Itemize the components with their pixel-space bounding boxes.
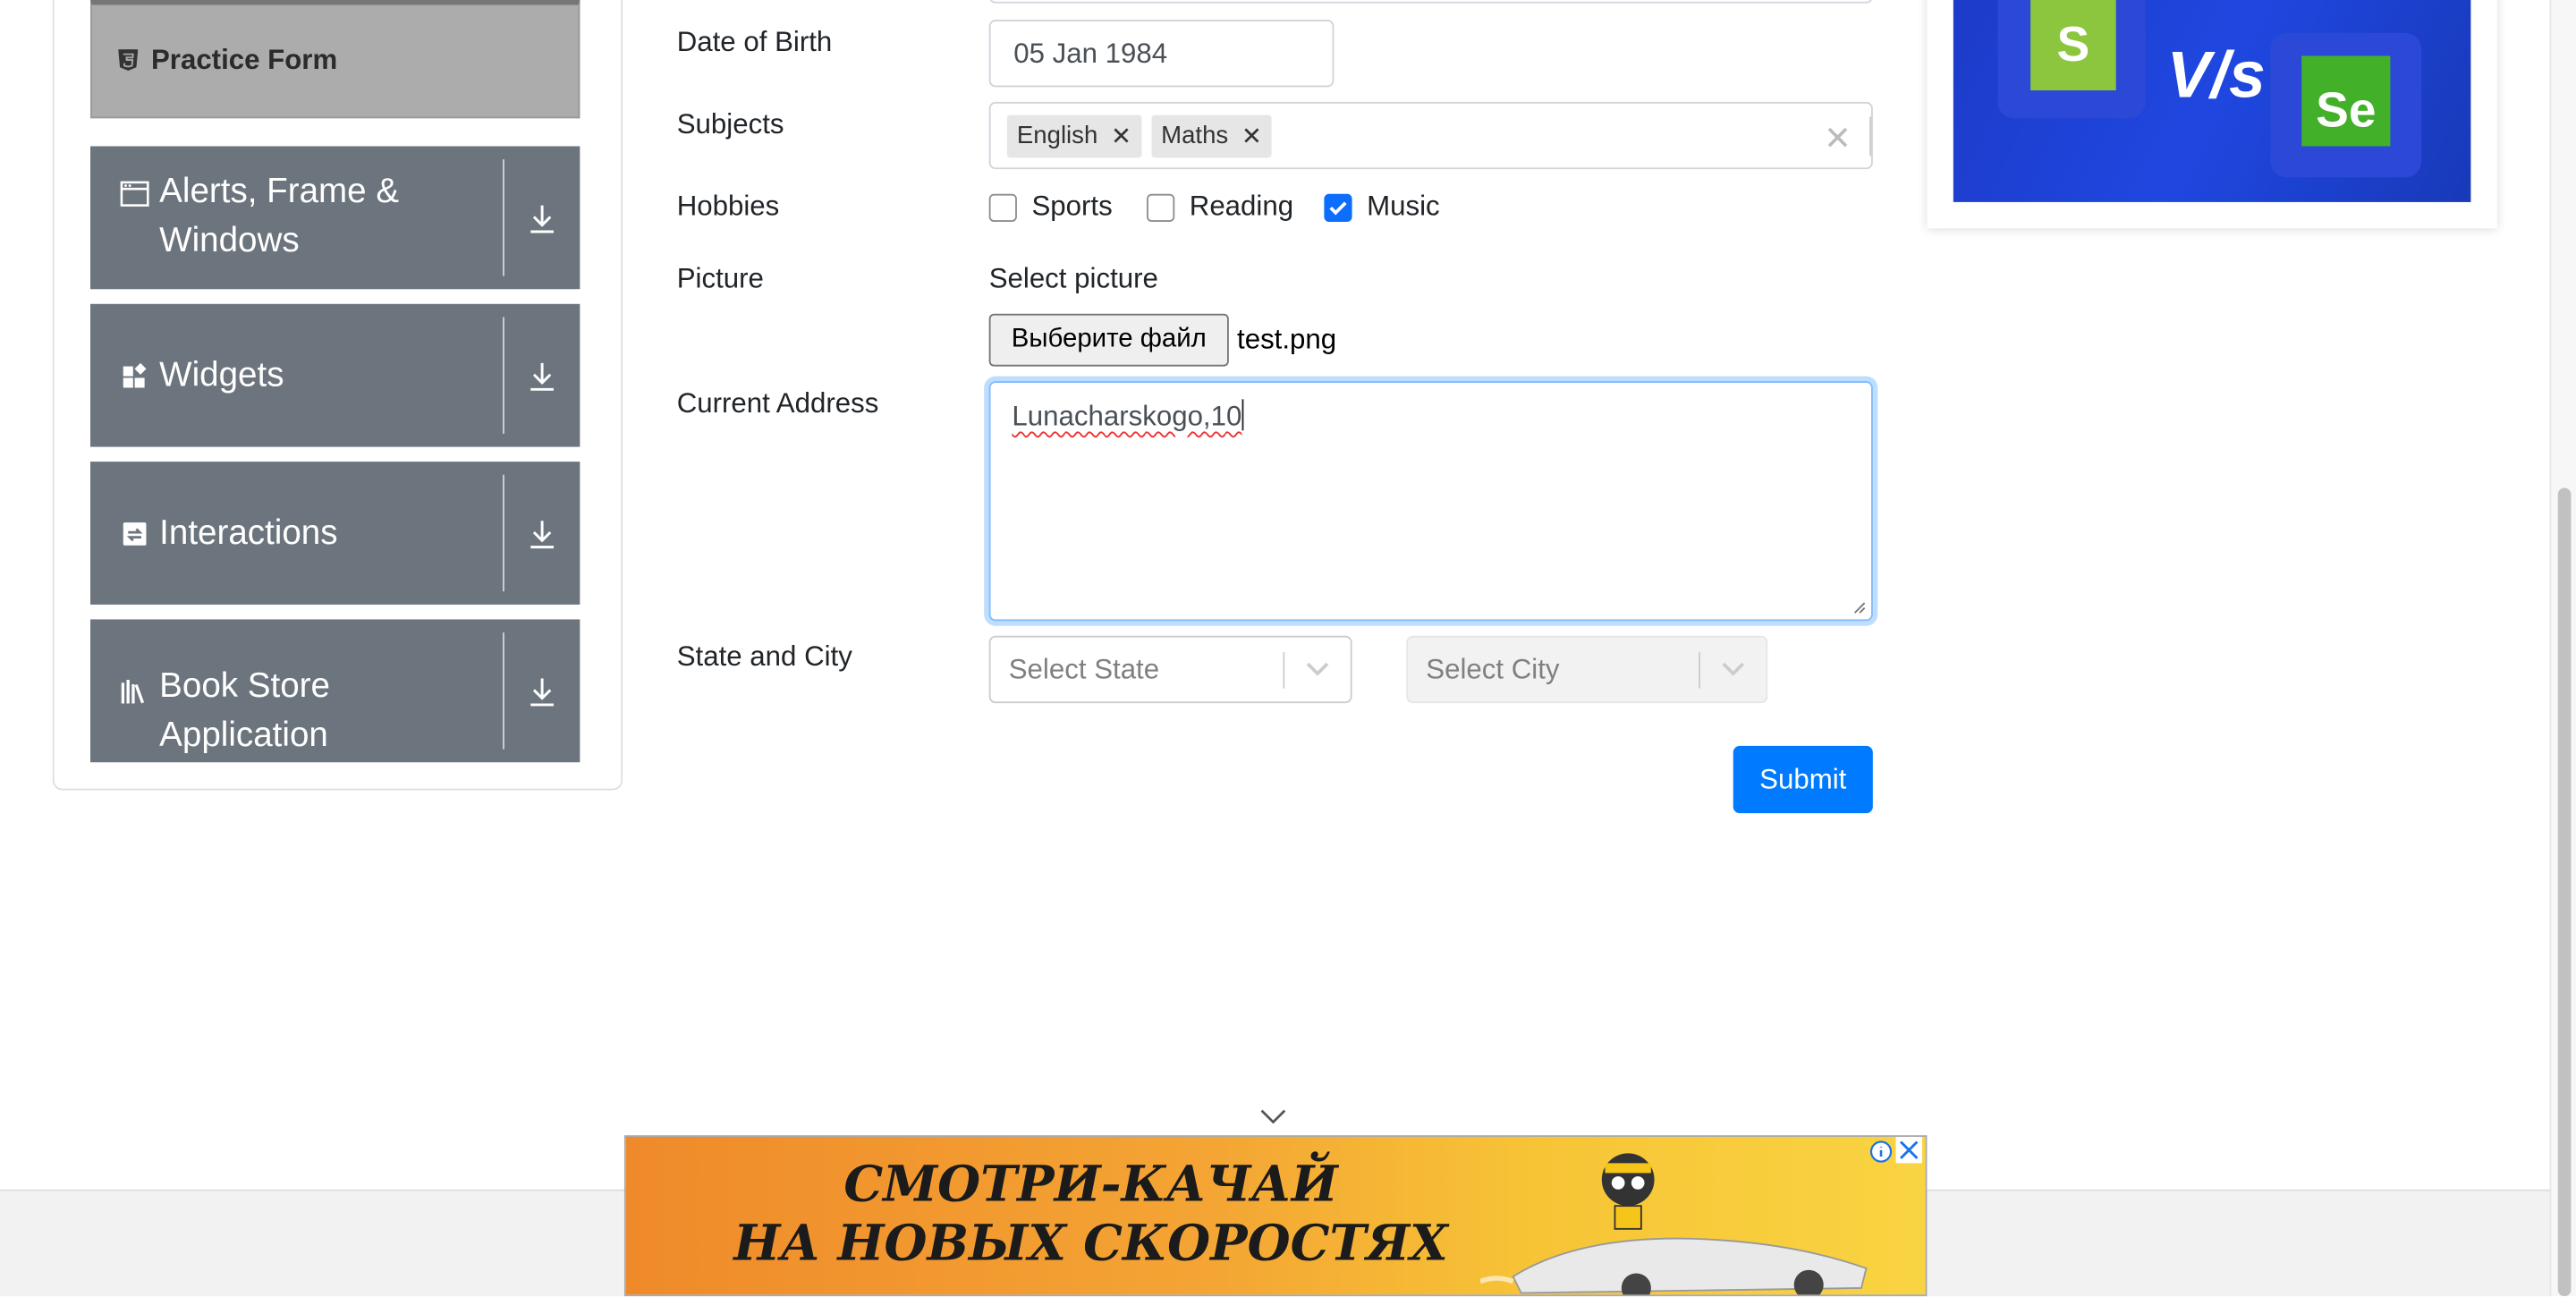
ad-close-icon[interactable] — [1895, 1136, 1922, 1164]
scrollbar-thumb[interactable] — [2557, 487, 2572, 1297]
scrollbar[interactable] — [2549, 0, 2576, 1297]
hobbies-label: Hobbies — [676, 191, 780, 222]
ad-info-icon[interactable] — [1869, 1140, 1893, 1164]
clear-icon[interactable]: ✕ — [1824, 118, 1852, 159]
select-picture-label: Select picture — [988, 262, 1158, 294]
ad-banner[interactable]: СМОТРИ-КАЧАЙ НА НОВЫХ СКОРОСТЯХ — [623, 1135, 1928, 1297]
banner-line-1: СМОТРИ-КАЧАЙ — [843, 1157, 1338, 1215]
city-select[interactable]: Select City — [1406, 635, 1768, 704]
state-select[interactable]: Select State — [988, 635, 1352, 704]
page-root: Practice Form Alerts, Frame & Windows Wi… — [0, 0, 2576, 1297]
sports-checkbox[interactable] — [988, 192, 1017, 222]
hobby-sports[interactable]: Sports — [988, 191, 1113, 224]
chevron-down-icon[interactable] — [1284, 662, 1350, 677]
download-icon[interactable] — [504, 146, 580, 289]
bee-robot-icon — [1601, 1153, 1655, 1230]
address-text: Lunacharskogo,10 — [1012, 401, 1242, 433]
download-icon[interactable] — [504, 462, 580, 605]
sidebar-group-label: Alerts, Frame & — [159, 172, 400, 211]
s-logo-icon: S — [2030, 0, 2116, 91]
resize-handle-icon[interactable] — [1853, 601, 1867, 615]
collapse-chevron-icon[interactable] — [1258, 1107, 1288, 1127]
ad-image[interactable]: S V/s Se — [1953, 0, 2471, 202]
sidebar-group-interactions[interactable]: Interactions — [90, 462, 580, 605]
books-icon — [120, 677, 149, 707]
chevron-down-icon[interactable] — [1700, 662, 1766, 677]
subject-chip-label: English — [1016, 121, 1098, 150]
dob-input[interactable]: 05 Jan 1984 — [988, 20, 1335, 88]
divider — [1869, 116, 1872, 157]
submit-button[interactable]: Submit — [1733, 745, 1873, 814]
subject-chip-label: Maths — [1161, 121, 1229, 150]
sidebar-group-label-line2: Windows — [159, 221, 300, 260]
sidebar-item-label: Practice Form — [150, 44, 338, 76]
check-icon — [1329, 200, 1347, 215]
hobby-label: Music — [1367, 191, 1440, 222]
hobby-music[interactable]: Music — [1324, 191, 1440, 224]
choose-file-button[interactable]: Выберите файл — [988, 313, 1229, 367]
sidebar-group-label: Widgets — [159, 355, 284, 394]
file-name: test.png — [1237, 323, 1337, 355]
reading-checkbox[interactable] — [1147, 192, 1175, 222]
sidebar-group-label-line2: Application — [159, 716, 328, 755]
sidebar-group-widgets[interactable]: Widgets — [90, 303, 580, 447]
download-icon[interactable] — [504, 304, 580, 447]
subjects-input[interactable]: English ✕ Maths ✕ ✕ — [988, 101, 1873, 170]
widgets-icon — [120, 360, 149, 390]
sidebar-group-label: Book Store — [159, 666, 331, 705]
remove-chip-icon[interactable]: ✕ — [1107, 121, 1141, 150]
window-icon — [120, 181, 149, 210]
html5-icon — [118, 49, 139, 72]
remove-chip-icon[interactable]: ✕ — [1238, 121, 1272, 150]
car-image-icon — [1479, 1237, 1868, 1295]
sidebar-group-alerts[interactable]: Alerts, Frame & Windows — [90, 146, 580, 290]
current-address-textarea[interactable]: Lunacharskogo,10 — [988, 381, 1873, 622]
hobby-label: Sports — [1031, 191, 1113, 222]
text-caret — [1241, 399, 1244, 431]
mobile-input-partial[interactable] — [988, 0, 1873, 4]
sidebar-group-book-store[interactable]: Book Store Application — [90, 619, 580, 763]
hobby-label: Reading — [1189, 191, 1294, 222]
state-city-label: State and City — [676, 640, 852, 673]
dob-label: Date of Birth — [676, 26, 833, 58]
download-icon[interactable] — [504, 619, 580, 762]
music-checkbox[interactable] — [1324, 192, 1352, 222]
banner-line-2: НА НОВЫХ СКОРОСТЯХ — [733, 1216, 1448, 1274]
city-placeholder: Select City — [1426, 653, 1560, 684]
state-placeholder: Select State — [1008, 653, 1160, 684]
sidebar-group-label: Interactions — [159, 513, 338, 552]
selenium-logo-icon: Se — [2301, 55, 2391, 147]
current-address-label: Current Address — [676, 387, 879, 420]
subject-chip-english: English ✕ — [1006, 114, 1142, 157]
subjects-label: Subjects — [676, 108, 784, 140]
interactions-icon — [120, 518, 149, 547]
vs-text: V/s — [2166, 39, 2266, 112]
subject-chip-maths: Maths ✕ — [1151, 114, 1273, 157]
picture-label: Picture — [676, 262, 764, 294]
hobby-reading[interactable]: Reading — [1147, 191, 1293, 224]
sidebar-item-practice-form[interactable]: Practice Form — [90, 0, 580, 119]
